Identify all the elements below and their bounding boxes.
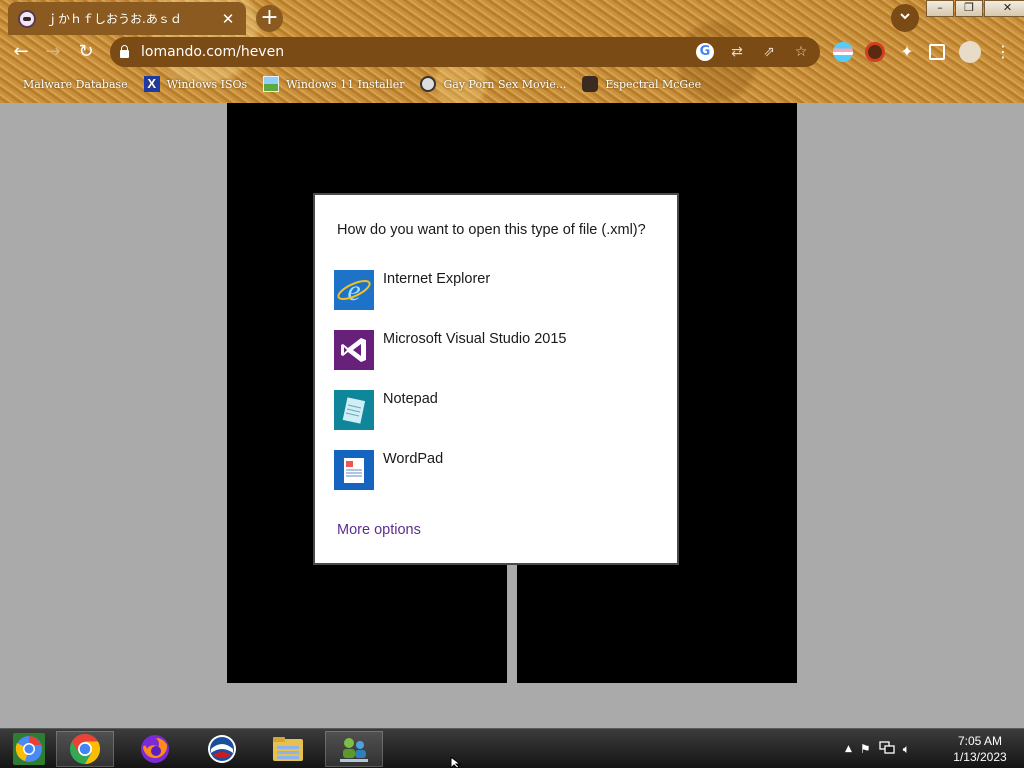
new-tab-button[interactable]: + bbox=[256, 5, 283, 32]
clock[interactable]: 7:05 AM 1/13/2023 bbox=[945, 733, 1015, 765]
reload-button[interactable]: ↻ bbox=[74, 40, 98, 64]
bookmark-windows-isos[interactable]: X Windows ISOs bbox=[143, 76, 248, 92]
taskbar-opera-button[interactable] bbox=[193, 731, 251, 767]
taskbar-chromium-button[interactable] bbox=[0, 731, 58, 767]
tab-favicon-icon bbox=[18, 9, 36, 28]
tab-close-button[interactable]: ✕ bbox=[220, 10, 236, 28]
translate-icon[interactable]: ⇄ bbox=[728, 44, 746, 60]
app-option-visual-studio[interactable]: Microsoft Visual Studio 2015 bbox=[334, 330, 654, 372]
bookmarks-bar: Malware Database X Windows ISOs Windows … bbox=[0, 72, 1024, 96]
app-name: Microsoft Visual Studio 2015 bbox=[383, 331, 567, 347]
google-icon[interactable]: G bbox=[696, 43, 714, 61]
chrome-icon bbox=[70, 734, 101, 764]
network-icon[interactable] bbox=[879, 740, 895, 758]
file-explorer-icon bbox=[273, 737, 303, 761]
tab-search-button[interactable] bbox=[891, 4, 919, 32]
clock-date: 1/13/2023 bbox=[953, 750, 1007, 764]
black-panel-bottom-right bbox=[517, 565, 797, 683]
menu-kebab-icon[interactable]: ⋮ bbox=[995, 42, 1011, 62]
browser-chrome: ｊかｈｆしおうお.あｓｄ ✕ + – ❐ ✕ ← → ↻ lomando.com… bbox=[0, 0, 1024, 103]
side-panel-icon[interactable] bbox=[929, 44, 945, 60]
app-name: Internet Explorer bbox=[383, 271, 491, 287]
browser-toolbar: ← → ↻ lomando.com/heven G ⇄ ⇗ ☆ ✦ ⋮ bbox=[0, 36, 1024, 68]
x-icon: X bbox=[143, 76, 160, 92]
chevron-up-icon[interactable]: ▲ bbox=[845, 744, 852, 754]
forward-button[interactable]: → bbox=[41, 40, 65, 64]
page-viewport: How do you want to open this type of fil… bbox=[0, 103, 1024, 728]
visual-studio-icon bbox=[334, 330, 374, 370]
bookmark-label: Gay Porn Sex Movie... bbox=[443, 77, 567, 91]
account-avatar-icon[interactable] bbox=[959, 41, 981, 63]
open-with-dialog: How do you want to open this type of fil… bbox=[313, 193, 679, 565]
volume-icon[interactable]: 🔈︎ bbox=[903, 742, 910, 757]
back-button[interactable]: ← bbox=[9, 40, 33, 64]
clock-time: 7:05 AM bbox=[957, 734, 1003, 748]
bookmark-label: Windows 11 Installer bbox=[286, 77, 405, 91]
skull-icon bbox=[420, 76, 437, 92]
lock-icon[interactable] bbox=[120, 44, 129, 58]
browser-tab[interactable]: ｊかｈｆしおうお.あｓｄ ✕ bbox=[8, 2, 246, 35]
wordpad-icon bbox=[334, 450, 374, 490]
taskbar-chrome-button[interactable] bbox=[56, 731, 114, 767]
image-icon bbox=[263, 76, 280, 92]
taskbar-firefox-button[interactable] bbox=[126, 731, 184, 767]
minimize-button[interactable]: – bbox=[926, 0, 954, 17]
black-panel-bottom-left bbox=[227, 565, 507, 683]
taskbar-network-app-button[interactable] bbox=[325, 731, 383, 767]
url-text[interactable]: lomando.com/heven bbox=[141, 44, 696, 60]
app-option-wordpad[interactable]: WordPad bbox=[334, 450, 654, 492]
chromium-icon bbox=[13, 733, 45, 765]
network-users-icon bbox=[340, 738, 368, 762]
taskbar: ▲ ⚑ 🔈︎ 7:05 AM 1/13/2023 bbox=[0, 728, 1024, 768]
close-window-button[interactable]: ✕ bbox=[984, 0, 1024, 17]
app-name: WordPad bbox=[383, 451, 444, 467]
extensions-puzzle-icon[interactable]: ✦ bbox=[897, 42, 917, 62]
bookmark-label: Windows ISOs bbox=[166, 77, 248, 91]
star-icon[interactable]: ☆ bbox=[792, 44, 810, 60]
window-controls: – ❐ ✕ bbox=[926, 0, 1024, 17]
internet-explorer-icon: e bbox=[334, 270, 374, 310]
more-options-link[interactable]: More options bbox=[337, 522, 421, 538]
avatar-icon bbox=[582, 76, 599, 92]
bookmark-espectral-mcgee[interactable]: Espectral McGee bbox=[582, 76, 701, 92]
share-icon[interactable]: ⇗ bbox=[760, 44, 778, 60]
taskbar-file-explorer-button[interactable] bbox=[259, 731, 317, 767]
bookmark-malware-database[interactable]: Malware Database bbox=[14, 76, 128, 92]
app-option-notepad[interactable]: Notepad bbox=[334, 390, 654, 432]
bookmark-movie-site[interactable]: Gay Porn Sex Movie... bbox=[420, 76, 566, 92]
tab-title: ｊかｈｆしおうお.あｓｄ bbox=[46, 12, 182, 26]
app-name: Notepad bbox=[383, 391, 438, 407]
flag-icon[interactable]: ⚑ bbox=[860, 742, 871, 756]
app-option-internet-explorer[interactable]: e Internet Explorer bbox=[334, 270, 654, 312]
flag-extension-icon[interactable] bbox=[833, 42, 853, 62]
folder-icon bbox=[14, 76, 16, 92]
bookmark-label: Malware Database bbox=[23, 77, 128, 91]
bookmark-label: Espectral McGee bbox=[605, 77, 702, 91]
firefox-icon bbox=[141, 735, 169, 763]
bookmark-windows-11-installer[interactable]: Windows 11 Installer bbox=[263, 76, 404, 92]
profile-extension-icon[interactable] bbox=[865, 42, 885, 62]
opera-icon bbox=[208, 735, 236, 763]
chevron-down-icon bbox=[900, 13, 910, 20]
system-tray: ▲ ⚑ 🔈︎ bbox=[845, 729, 910, 768]
mouse-cursor-icon bbox=[450, 757, 462, 768]
notepad-icon bbox=[334, 390, 374, 430]
address-bar[interactable]: lomando.com/heven G ⇄ ⇗ ☆ bbox=[110, 37, 820, 67]
restore-button[interactable]: ❐ bbox=[955, 0, 983, 17]
dialog-question: How do you want to open this type of fil… bbox=[337, 222, 646, 238]
svg-text:e: e bbox=[347, 274, 360, 307]
